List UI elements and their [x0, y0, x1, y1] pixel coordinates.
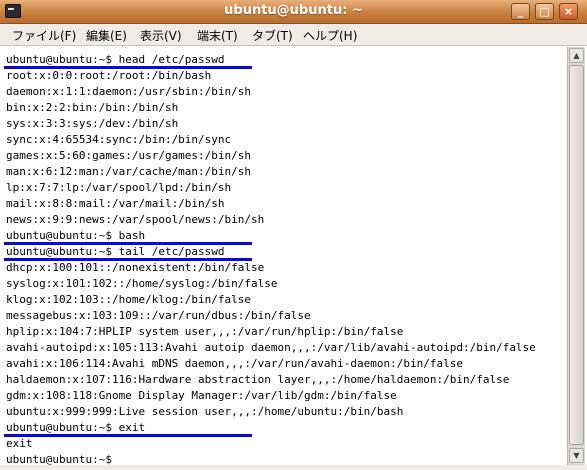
terminal-output-line: hplip:x:104:7:HPLIP system user,,,:/var/…	[6, 325, 404, 338]
terminal-output-line: haldaemon:x:107:116:Hardware abstraction…	[6, 373, 510, 386]
terminal-output-line: mail:x:8:8:mail:/var/mail:/bin/sh	[6, 197, 225, 210]
terminal-output-line: man:x:6:12:man:/var/cache/man:/bin/sh	[6, 165, 252, 178]
vertical-scrollbar[interactable]: ▲ ▼	[567, 47, 585, 465]
terminal-output[interactable]: ubuntu@ubuntu:~$ head /etc/passwd root:x:…	[2, 47, 566, 465]
terminal-output-line: bin:x:2:2:bin:/bin:/bin/sh	[6, 101, 179, 114]
menu-help[interactable]: ヘルプ(H)	[303, 27, 357, 44]
terminal-output-line: sys:x:3:3:sys:/dev:/bin/sh	[6, 117, 179, 130]
terminal-output-line: dhcp:x:100:101::/nonexistent:/bin/false	[6, 261, 265, 274]
terminal-output-line: lp:x:7:7:lp:/var/spool/lpd:/bin/sh	[6, 181, 232, 194]
terminal-output-line: exit	[6, 437, 33, 450]
terminal-output-line: klog:x:102:103::/home/klog:/bin/false	[6, 293, 252, 306]
minimize-button[interactable]: _	[511, 3, 530, 20]
terminal-output-line: games:x:5:60:games:/usr/games:/bin/sh	[6, 149, 252, 162]
terminal-output-line: root:x:0:0:root:/root:/bin/bash	[6, 69, 212, 82]
title-bar[interactable]: ubuntu@ubuntu: ~ _ □ ×	[0, 0, 587, 24]
menu-file[interactable]: ファイル(F)	[12, 27, 76, 44]
close-button[interactable]: ×	[559, 3, 578, 20]
terminal-output-line: news:x:9:9:news:/var/spool/news:/bin/sh	[6, 213, 265, 226]
terminal-output-line: sync:x:4:65534:sync:/bin:/bin/sync	[6, 133, 232, 146]
scroll-up-arrow-icon[interactable]: ▲	[569, 48, 584, 63]
scrollbar-thumb[interactable]	[569, 65, 584, 445]
window-frame-bottom	[0, 465, 587, 470]
terminal-output-line: syslog:x:101:102::/home/syslog:/bin/fals…	[6, 277, 278, 290]
terminal-output-line: avahi:x:106:114:Avahi mDNS daemon,,,:/va…	[6, 357, 463, 370]
terminal-output-line: gdm:x:108:118:Gnome Display Manager:/var…	[6, 389, 397, 402]
menu-edit[interactable]: 編集(E)	[86, 27, 127, 44]
menu-bar: ファイル(F) 編集(E) 表示(V) 端末(T) タブ(T) ヘルプ(H)	[0, 24, 587, 46]
terminal-output-line: messagebus:x:103:109::/var/run/dbus:/bin…	[6, 309, 311, 322]
menu-tabs[interactable]: タブ(T)	[252, 27, 293, 44]
terminal-output-line: ubuntu:x:999:999:Live session user,,,:/h…	[6, 405, 404, 418]
window-title: ubuntu@ubuntu: ~	[224, 3, 363, 18]
terminal-output-line: daemon:x:1:1:daemon:/usr/sbin:/bin/sh	[6, 85, 252, 98]
terminal-output-line: ubuntu@ubuntu:~$	[6, 453, 112, 465]
command-underline-marker	[4, 434, 252, 437]
menu-terminal[interactable]: 端末(T)	[197, 27, 238, 44]
menu-view[interactable]: 表示(V)	[140, 27, 182, 44]
maximize-button[interactable]: □	[535, 3, 554, 20]
scroll-down-arrow-icon[interactable]: ▼	[569, 448, 584, 463]
terminal-output-line: avahi-autoipd:x:105:113:Avahi autoip dae…	[6, 341, 536, 354]
